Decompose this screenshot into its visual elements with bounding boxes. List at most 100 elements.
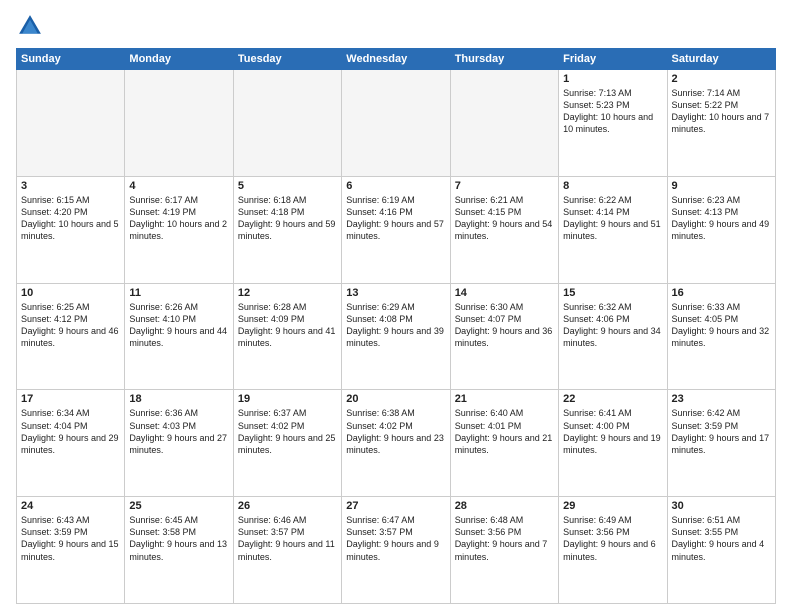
day-number: 2 (672, 73, 771, 85)
day-info: Sunrise: 6:23 AM Sunset: 4:13 PM Dayligh… (672, 194, 771, 243)
calendar-cell: 5 Sunrise: 6:18 AM Sunset: 4:18 PM Daylig… (233, 176, 341, 283)
day-info: Sunrise: 6:34 AM Sunset: 4:04 PM Dayligh… (21, 407, 120, 456)
calendar-week-row: 10 Sunrise: 6:25 AM Sunset: 4:12 PM Dayli… (17, 283, 776, 390)
day-number: 29 (563, 500, 662, 512)
calendar-cell: 8Sunrise: 6:22 AM Sunset: 4:14 PM Daylig… (559, 176, 667, 283)
logo-icon (16, 12, 44, 40)
day-number: 1 (563, 73, 662, 85)
day-info: Sunrise: 6:48 AM Sunset: 3:56 PM Dayligh… (455, 514, 554, 563)
calendar-header-row: SundayMondayTuesdayWednesdayThursdayFrid… (17, 49, 776, 70)
calendar-cell: 11 Sunrise: 6:26 AM Sunset: 4:10 PM Dayli… (125, 283, 233, 390)
day-number: 15 (563, 287, 662, 299)
calendar-cell: 14 Sunrise: 6:30 AM Sunset: 4:07 PM Dayli… (450, 283, 558, 390)
calendar-cell: 1 Sunrise: 7:13 AM Sunset: 5:23 PM Daylig… (559, 70, 667, 177)
calendar-cell: 9 Sunrise: 6:23 AM Sunset: 4:13 PM Daylig… (667, 176, 775, 283)
calendar-cell: 4 Sunrise: 6:17 AM Sunset: 4:19 PM Daylig… (125, 176, 233, 283)
day-number: 27 (346, 500, 445, 512)
day-info: Sunrise: 6:19 AM Sunset: 4:16 PM Dayligh… (346, 194, 445, 243)
day-number: 9 (672, 180, 771, 192)
day-info: Sunrise: 6:32 AM Sunset: 4:06 PM Dayligh… (563, 301, 662, 350)
day-info: Sunrise: 6:21 AM Sunset: 4:15 PM Dayligh… (455, 194, 554, 243)
calendar-cell: 13 Sunrise: 6:29 AM Sunset: 4:08 PM Dayli… (342, 283, 450, 390)
day-number: 25 (129, 500, 228, 512)
calendar-cell: 24Sunrise: 6:43 AM Sunset: 3:59 PM Dayli… (17, 497, 125, 604)
calendar-cell (17, 70, 125, 177)
day-number: 4 (129, 180, 228, 192)
day-info: Sunrise: 6:29 AM Sunset: 4:08 PM Dayligh… (346, 301, 445, 350)
day-number: 28 (455, 500, 554, 512)
day-info: Sunrise: 6:36 AM Sunset: 4:03 PM Dayligh… (129, 407, 228, 456)
calendar-cell (342, 70, 450, 177)
day-info: Sunrise: 6:42 AM Sunset: 3:59 PM Dayligh… (672, 407, 771, 456)
calendar-day-header: Thursday (450, 49, 558, 70)
day-number: 14 (455, 287, 554, 299)
day-info: Sunrise: 6:17 AM Sunset: 4:19 PM Dayligh… (129, 194, 228, 243)
calendar-cell (450, 70, 558, 177)
calendar-cell: 17 Sunrise: 6:34 AM Sunset: 4:04 PM Dayli… (17, 390, 125, 497)
day-number: 10 (21, 287, 120, 299)
calendar-table: SundayMondayTuesdayWednesdayThursdayFrid… (16, 48, 776, 604)
day-info: Sunrise: 6:26 AM Sunset: 4:10 PM Dayligh… (129, 301, 228, 350)
calendar-cell: 27 Sunrise: 6:47 AM Sunset: 3:57 PM Dayli… (342, 497, 450, 604)
day-info: Sunrise: 6:41 AM Sunset: 4:00 PM Dayligh… (563, 407, 662, 456)
page: SundayMondayTuesdayWednesdayThursdayFrid… (0, 0, 792, 612)
calendar-cell: 10 Sunrise: 6:25 AM Sunset: 4:12 PM Dayli… (17, 283, 125, 390)
day-number: 12 (238, 287, 337, 299)
calendar-day-header: Saturday (667, 49, 775, 70)
day-number: 26 (238, 500, 337, 512)
calendar-cell: 12 Sunrise: 6:28 AM Sunset: 4:09 PM Dayli… (233, 283, 341, 390)
calendar-cell (125, 70, 233, 177)
day-info: Sunrise: 6:18 AM Sunset: 4:18 PM Dayligh… (238, 194, 337, 243)
day-info: Sunrise: 6:47 AM Sunset: 3:57 PM Dayligh… (346, 514, 445, 563)
day-info: Sunrise: 6:25 AM Sunset: 4:12 PM Dayligh… (21, 301, 120, 350)
calendar-cell: 30Sunrise: 6:51 AM Sunset: 3:55 PM Dayli… (667, 497, 775, 604)
day-info: Sunrise: 6:38 AM Sunset: 4:02 PM Dayligh… (346, 407, 445, 456)
day-number: 18 (129, 393, 228, 405)
calendar-day-header: Friday (559, 49, 667, 70)
calendar-day-header: Sunday (17, 49, 125, 70)
day-info: Sunrise: 6:28 AM Sunset: 4:09 PM Dayligh… (238, 301, 337, 350)
day-info: Sunrise: 6:37 AM Sunset: 4:02 PM Dayligh… (238, 407, 337, 456)
calendar-cell: 7 Sunrise: 6:21 AM Sunset: 4:15 PM Daylig… (450, 176, 558, 283)
day-info: Sunrise: 6:30 AM Sunset: 4:07 PM Dayligh… (455, 301, 554, 350)
calendar-week-row: 17 Sunrise: 6:34 AM Sunset: 4:04 PM Dayli… (17, 390, 776, 497)
calendar-cell: 16 Sunrise: 6:33 AM Sunset: 4:05 PM Dayli… (667, 283, 775, 390)
calendar-cell: 19 Sunrise: 6:37 AM Sunset: 4:02 PM Dayli… (233, 390, 341, 497)
day-info: Sunrise: 7:13 AM Sunset: 5:23 PM Dayligh… (563, 87, 662, 136)
day-number: 23 (672, 393, 771, 405)
day-info: Sunrise: 7:14 AM Sunset: 5:22 PM Dayligh… (672, 87, 771, 136)
calendar-cell: 26 Sunrise: 6:46 AM Sunset: 3:57 PM Dayli… (233, 497, 341, 604)
calendar-cell: 21Sunrise: 6:40 AM Sunset: 4:01 PM Dayli… (450, 390, 558, 497)
day-number: 16 (672, 287, 771, 299)
day-number: 19 (238, 393, 337, 405)
calendar-week-row: 1 Sunrise: 7:13 AM Sunset: 5:23 PM Daylig… (17, 70, 776, 177)
day-number: 6 (346, 180, 445, 192)
calendar-cell: 3Sunrise: 6:15 AM Sunset: 4:20 PM Daylig… (17, 176, 125, 283)
day-number: 17 (21, 393, 120, 405)
calendar-cell: 28 Sunrise: 6:48 AM Sunset: 3:56 PM Dayli… (450, 497, 558, 604)
day-info: Sunrise: 6:33 AM Sunset: 4:05 PM Dayligh… (672, 301, 771, 350)
calendar-cell: 20 Sunrise: 6:38 AM Sunset: 4:02 PM Dayli… (342, 390, 450, 497)
calendar-cell: 18 Sunrise: 6:36 AM Sunset: 4:03 PM Dayli… (125, 390, 233, 497)
logo (16, 12, 48, 40)
header (16, 12, 776, 40)
day-number: 24 (21, 500, 120, 512)
calendar-cell: 2 Sunrise: 7:14 AM Sunset: 5:22 PM Daylig… (667, 70, 775, 177)
day-info: Sunrise: 6:46 AM Sunset: 3:57 PM Dayligh… (238, 514, 337, 563)
day-number: 11 (129, 287, 228, 299)
calendar-week-row: 3Sunrise: 6:15 AM Sunset: 4:20 PM Daylig… (17, 176, 776, 283)
calendar-day-header: Monday (125, 49, 233, 70)
calendar-cell: 22 Sunrise: 6:41 AM Sunset: 4:00 PM Dayli… (559, 390, 667, 497)
calendar-cell: 25Sunrise: 6:45 AM Sunset: 3:58 PM Dayli… (125, 497, 233, 604)
day-info: Sunrise: 6:40 AM Sunset: 4:01 PM Dayligh… (455, 407, 554, 456)
day-number: 13 (346, 287, 445, 299)
day-number: 20 (346, 393, 445, 405)
calendar-day-header: Wednesday (342, 49, 450, 70)
day-info: Sunrise: 6:49 AM Sunset: 3:56 PM Dayligh… (563, 514, 662, 563)
day-number: 5 (238, 180, 337, 192)
calendar-day-header: Tuesday (233, 49, 341, 70)
calendar-week-row: 24Sunrise: 6:43 AM Sunset: 3:59 PM Dayli… (17, 497, 776, 604)
day-number: 7 (455, 180, 554, 192)
day-number: 22 (563, 393, 662, 405)
day-info: Sunrise: 6:22 AM Sunset: 4:14 PM Dayligh… (563, 194, 662, 243)
